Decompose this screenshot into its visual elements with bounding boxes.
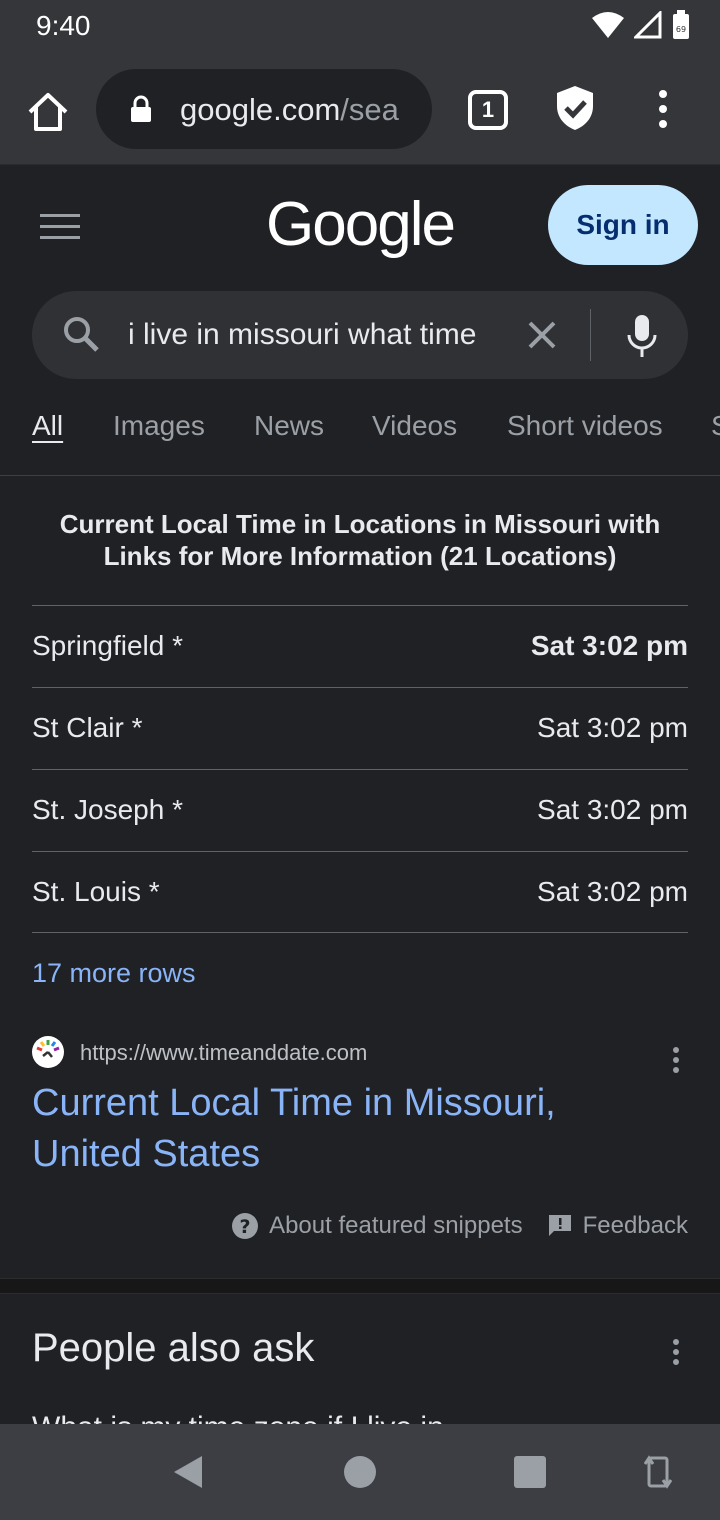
location-time: Sat 3:02 pm: [537, 876, 688, 907]
about-featured-snippets[interactable]: ? About featured snippets: [231, 1212, 523, 1240]
source-url: https://www.timeanddate.com: [80, 1040, 368, 1065]
tab-images[interactable]: Images: [113, 410, 205, 442]
table-row: St. Louis * Sat 3:02 pm: [32, 851, 688, 933]
address-bar[interactable]: google.com/sea: [96, 69, 432, 149]
tab-short-videos[interactable]: Short videos: [507, 410, 663, 442]
snippet-footer: ? About featured snippets Feedback: [231, 1212, 688, 1240]
people-also-ask-title: People also ask: [32, 1326, 315, 1370]
table-row: St Clair * Sat 3:02 pm: [32, 687, 688, 769]
status-icons: 69: [592, 10, 690, 40]
help-icon: ?: [232, 1213, 259, 1239]
more-rows-link[interactable]: 17 more rows: [32, 958, 196, 989]
result-title-link[interactable]: Current Local Time in Missouri, United S…: [32, 1078, 652, 1180]
tab-shopping[interactable]: S: [711, 410, 720, 442]
location-name: Springfield *: [32, 630, 183, 661]
search-input[interactable]: [128, 315, 526, 355]
status-bar: 9:40 69: [0, 0, 720, 54]
question-text: What is my time zone if I live in: [32, 1411, 444, 1425]
tab-news[interactable]: News: [254, 410, 324, 442]
shield-check-icon[interactable]: [555, 84, 595, 132]
snippet-title: Current Local Time in Locations in Misso…: [59, 509, 661, 571]
search-icon[interactable]: [60, 313, 104, 357]
location-name: St Clair *: [32, 712, 143, 743]
location-time: Sat 3:02 pm: [530, 630, 688, 661]
tab-all[interactable]: All: [32, 410, 63, 442]
system-nav-bar: [0, 1424, 720, 1520]
browser-toolbar: google.com/sea 1: [0, 54, 720, 165]
svg-text:?: ?: [240, 1216, 251, 1238]
signal-icon: [634, 11, 662, 39]
more-vert-icon[interactable]: [672, 1338, 680, 1366]
people-also-ask-question[interactable]: What is my time zone if I live in: [32, 1408, 444, 1425]
battery-icon: 69: [673, 10, 689, 39]
status-time: 9:40: [36, 10, 91, 41]
rotate-icon[interactable]: [644, 1452, 672, 1492]
feedback-button[interactable]: Feedback: [547, 1212, 688, 1240]
time-table: Springfield * Sat 3:02 pm St Clair * Sat…: [32, 605, 688, 933]
more-vert-icon[interactable]: [672, 1046, 680, 1074]
home-nav-icon[interactable]: [344, 1456, 376, 1488]
home-icon[interactable]: [26, 90, 70, 134]
table-row: Springfield * Sat 3:02 pm: [32, 605, 688, 687]
wifi-icon: [592, 12, 624, 38]
tab-videos[interactable]: Videos: [372, 410, 457, 442]
back-icon[interactable]: [172, 1454, 204, 1490]
feedback-icon: [548, 1215, 571, 1236]
about-featured-snippets-label: About featured snippets: [269, 1212, 523, 1239]
microphone-icon[interactable]: [626, 313, 658, 359]
tab-switcher-button[interactable]: 1: [468, 90, 508, 130]
close-icon[interactable]: [526, 319, 558, 351]
location-name: St. Joseph *: [32, 794, 183, 825]
url-domain: google.com: [180, 92, 341, 127]
table-row: St. Joseph * Sat 3:02 pm: [32, 769, 688, 851]
timeanddate-favicon-icon: [32, 1036, 64, 1068]
more-vert-icon[interactable]: [652, 88, 674, 132]
google-header: Google Sign in: [0, 165, 720, 275]
svg-text:69: 69: [676, 25, 686, 34]
location-time: Sat 3:02 pm: [537, 794, 688, 825]
url-text: google.com/sea: [180, 92, 420, 128]
url-path: /sea: [340, 92, 399, 127]
feedback-label: Feedback: [582, 1212, 688, 1239]
section-divider: [0, 1278, 720, 1294]
search-tabs: All Images News Videos Short videos S: [0, 400, 720, 476]
result-source[interactable]: https://www.timeanddate.com: [32, 1036, 688, 1076]
location-time: Sat 3:02 pm: [537, 712, 688, 743]
search-divider: [590, 309, 591, 361]
lock-icon: [131, 95, 151, 122]
recents-icon[interactable]: [514, 1456, 546, 1488]
sign-in-button[interactable]: Sign in: [548, 185, 698, 265]
location-name: St. Louis *: [32, 876, 160, 907]
search-box: [32, 291, 688, 379]
